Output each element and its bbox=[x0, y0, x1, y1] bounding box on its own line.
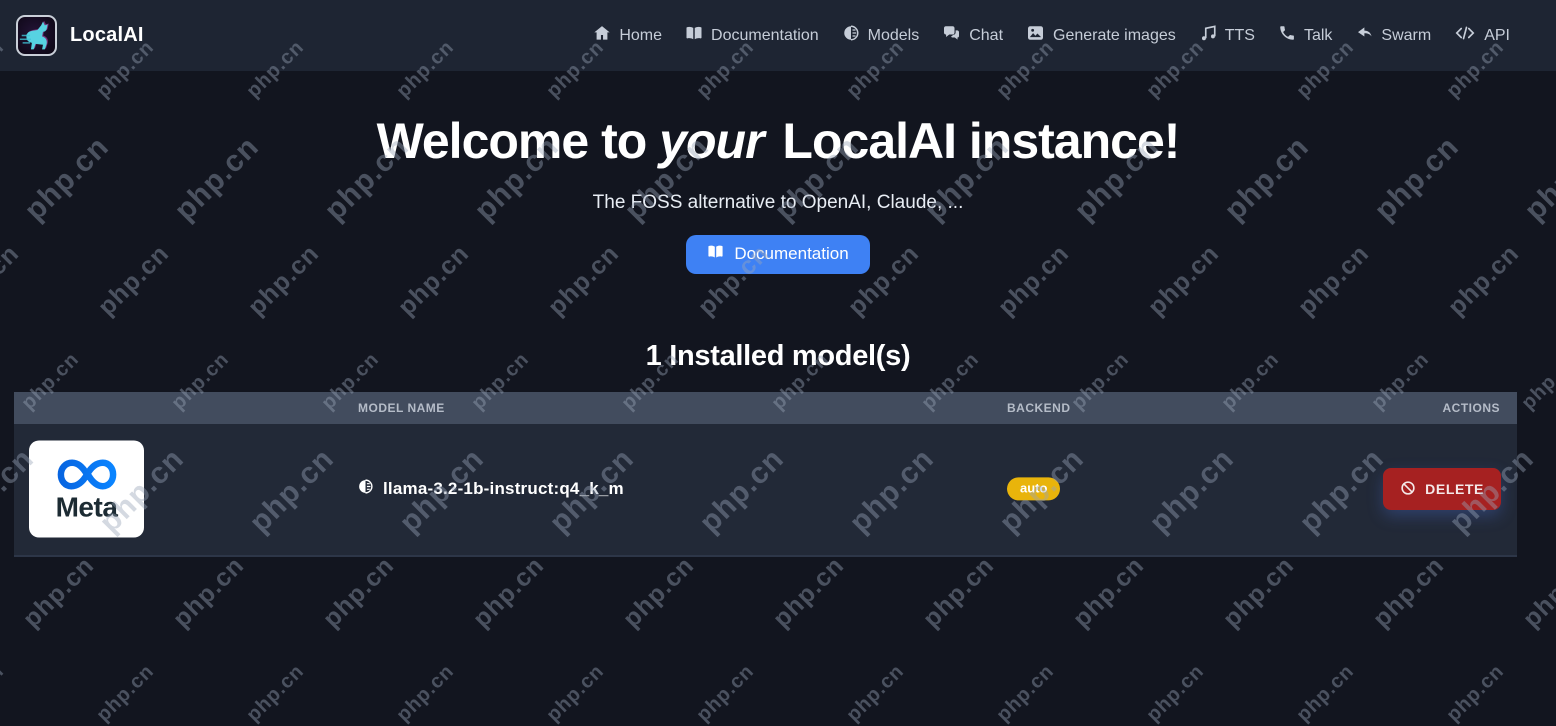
phone-icon bbox=[1278, 24, 1296, 47]
table-header-row: MODEL NAME BACKEND ACTIONS bbox=[14, 392, 1517, 424]
watermark-text: php.cn bbox=[392, 660, 459, 726]
brain-icon bbox=[357, 478, 374, 500]
nav-label: Home bbox=[619, 27, 662, 45]
watermark-text: php.cn bbox=[1292, 660, 1359, 726]
nav-item-generate-images[interactable]: Generate images bbox=[1026, 24, 1176, 47]
watermark-text: php.cn bbox=[168, 551, 251, 634]
documentation-button-label: Documentation bbox=[734, 244, 848, 264]
nav-item-chat[interactable]: Chat bbox=[942, 24, 1003, 47]
top-navbar: LocalAI Home Documentation Models bbox=[0, 0, 1556, 71]
documentation-button[interactable]: Documentation bbox=[686, 235, 869, 274]
watermark-text: php.cn bbox=[992, 660, 1059, 726]
nav-item-documentation[interactable]: Documentation bbox=[685, 24, 819, 47]
page-title: Welcome to your LocalAI instance! bbox=[0, 71, 1556, 168]
nav-item-home[interactable]: Home bbox=[593, 24, 662, 47]
nav-label: Talk bbox=[1304, 27, 1332, 45]
models-table: MODEL NAME BACKEND ACTIONS bbox=[14, 392, 1517, 557]
watermark-text: php.cn bbox=[1368, 551, 1451, 634]
delete-button[interactable]: DELETE bbox=[1383, 468, 1501, 510]
image-icon bbox=[1026, 24, 1045, 47]
nav-item-models[interactable]: Models bbox=[842, 24, 920, 47]
meta-wordmark: Meta bbox=[56, 494, 118, 522]
nav-item-tts[interactable]: TTS bbox=[1199, 24, 1255, 47]
model-name-label: llama-3.2-1b-instruct:q4_k_m bbox=[383, 479, 624, 499]
column-header-actions: ACTIONS bbox=[1443, 392, 1501, 424]
brand-name: LocalAI bbox=[70, 24, 144, 47]
watermark-text: php.cn bbox=[618, 551, 701, 634]
watermark-text: php.cn bbox=[1442, 660, 1509, 726]
nav-item-talk[interactable]: Talk bbox=[1278, 24, 1332, 47]
brain-icon bbox=[842, 24, 860, 47]
title-emphasis: your bbox=[659, 113, 769, 169]
watermark-text: php.cn bbox=[468, 551, 551, 634]
nav-item-api[interactable]: API bbox=[1454, 24, 1510, 47]
installed-models-heading: 1 Installed model(s) bbox=[0, 340, 1556, 373]
code-icon bbox=[1454, 24, 1476, 47]
nav-label: API bbox=[1484, 27, 1510, 45]
chat-bubbles-icon bbox=[942, 24, 961, 47]
watermark-text: php.cn bbox=[1218, 551, 1301, 634]
book-open-icon bbox=[685, 24, 703, 47]
watermark-text: php.cn bbox=[318, 551, 401, 634]
brand-home-link[interactable]: LocalAI bbox=[16, 15, 144, 56]
model-name: llama-3.2-1b-instruct:q4_k_m bbox=[357, 478, 624, 500]
watermark-text: php.cn bbox=[0, 660, 9, 726]
watermark-text: php.cn bbox=[18, 551, 101, 634]
watermark-text: php.cn bbox=[768, 551, 851, 634]
delete-button-label: DELETE bbox=[1425, 481, 1484, 497]
main-content: Welcome to your LocalAI instance! The FO… bbox=[0, 71, 1556, 557]
watermark-text: php.cn bbox=[1142, 660, 1209, 726]
nav-label: Documentation bbox=[711, 27, 819, 45]
nav-item-swarm[interactable]: Swarm bbox=[1355, 24, 1431, 47]
nav-label: Chat bbox=[969, 27, 1003, 45]
share-arrow-icon bbox=[1355, 24, 1373, 47]
model-table-row: Meta llama-3.2-1b-instruct:q4_k_m auto D… bbox=[14, 424, 1517, 557]
localai-page: LocalAI Home Documentation Models bbox=[0, 0, 1556, 726]
column-header-backend: BACKEND bbox=[1007, 392, 1071, 424]
watermark-text: php.cn bbox=[92, 660, 159, 726]
home-icon bbox=[593, 24, 611, 47]
title-post: LocalAI instance! bbox=[770, 113, 1180, 169]
llama-icon bbox=[18, 17, 55, 54]
watermark-text: php.cn bbox=[242, 660, 309, 726]
music-note-icon bbox=[1199, 24, 1217, 47]
watermark-text: php.cn bbox=[542, 660, 609, 726]
meta-infinity-icon bbox=[53, 457, 121, 493]
book-open-icon bbox=[707, 243, 724, 265]
watermark-text: php.cn bbox=[1518, 551, 1556, 634]
hero-subtitle: The FOSS alternative to OpenAI, Claude, … bbox=[0, 192, 1556, 214]
nav-label: Generate images bbox=[1053, 27, 1176, 45]
nav-label: TTS bbox=[1225, 27, 1255, 45]
localai-llama-logo bbox=[16, 15, 57, 56]
watermark-text: php.cn bbox=[918, 551, 1001, 634]
ban-icon bbox=[1400, 480, 1416, 499]
backend-badge: auto bbox=[1007, 477, 1060, 500]
title-pre: Welcome to bbox=[377, 113, 660, 169]
watermark-text: php.cn bbox=[842, 660, 909, 726]
nav-label: Models bbox=[868, 27, 920, 45]
column-header-model-name: MODEL NAME bbox=[358, 392, 445, 424]
meta-logo: Meta bbox=[29, 441, 144, 538]
main-nav: Home Documentation Models Chat bbox=[593, 24, 1510, 47]
watermark-text: php.cn bbox=[1068, 551, 1151, 634]
watermark-text: php.cn bbox=[692, 660, 759, 726]
nav-label: Swarm bbox=[1381, 27, 1431, 45]
